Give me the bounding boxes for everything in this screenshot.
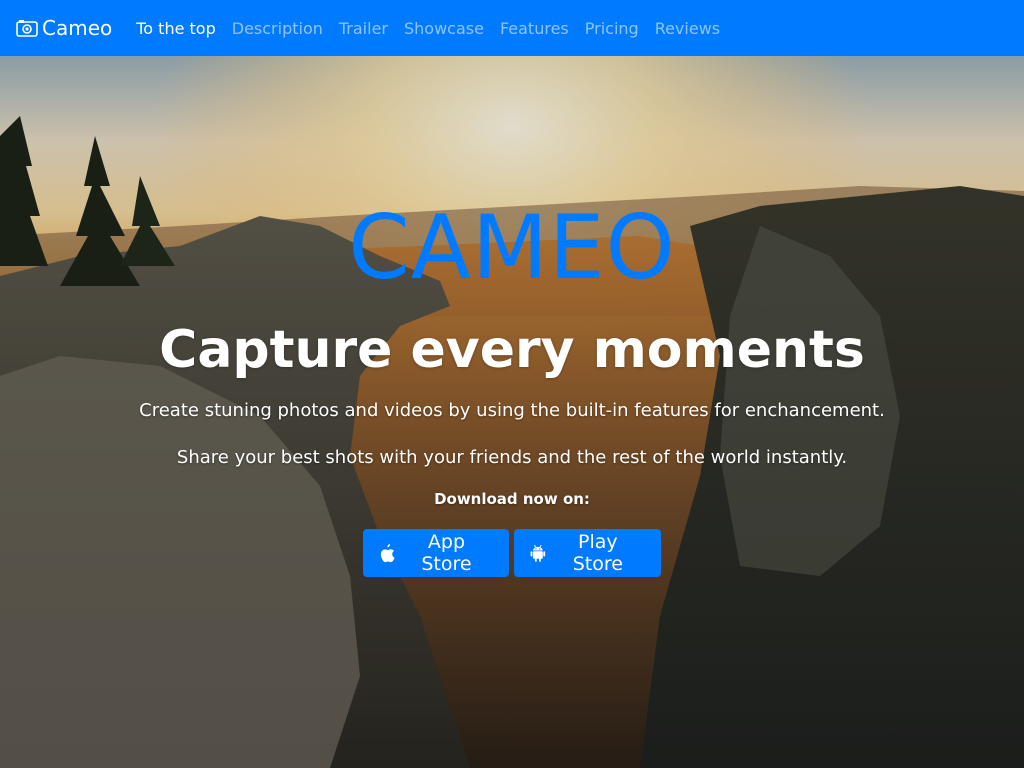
hero-content: CAMEO Capture every moments Create stuni… bbox=[0, 56, 1024, 768]
nav-link-pricing[interactable]: Pricing bbox=[577, 19, 647, 38]
play-store-label: Play Store bbox=[572, 531, 623, 575]
hero-section: CAMEO Capture every moments Create stuni… bbox=[0, 56, 1024, 768]
nav-link-trailer[interactable]: Trailer bbox=[331, 19, 396, 38]
navbar: Cameo To the top Description Trailer Sho… bbox=[0, 0, 1024, 56]
hero-description-line-1: Create stuning photos and videos by usin… bbox=[139, 400, 885, 421]
download-label: Download now on: bbox=[434, 490, 590, 508]
android-icon bbox=[530, 544, 546, 562]
nav-link-features[interactable]: Features bbox=[492, 19, 577, 38]
hero-logo-text: CAMEO bbox=[348, 196, 676, 299]
apple-icon bbox=[380, 543, 395, 562]
hero-title: Capture every moments bbox=[159, 320, 865, 380]
app-store-button[interactable]: App Store bbox=[363, 529, 509, 577]
nav-link-reviews[interactable]: Reviews bbox=[647, 19, 728, 38]
play-store-button[interactable]: Play Store bbox=[514, 529, 661, 577]
store-buttons: App Store Play Store bbox=[0, 529, 1024, 577]
app-store-label: App Store bbox=[421, 531, 472, 575]
nav-link-to-the-top[interactable]: To the top bbox=[128, 19, 224, 38]
nav-link-showcase[interactable]: Showcase bbox=[396, 19, 492, 38]
brand-link[interactable]: Cameo bbox=[16, 16, 112, 40]
brand-label: Cameo bbox=[42, 16, 113, 40]
nav-link-description[interactable]: Description bbox=[224, 19, 331, 38]
nav-links: To the top Description Trailer Showcase … bbox=[128, 19, 728, 38]
camera-icon bbox=[16, 19, 38, 37]
hero-description-line-2: Share your best shots with your friends … bbox=[176, 447, 848, 468]
